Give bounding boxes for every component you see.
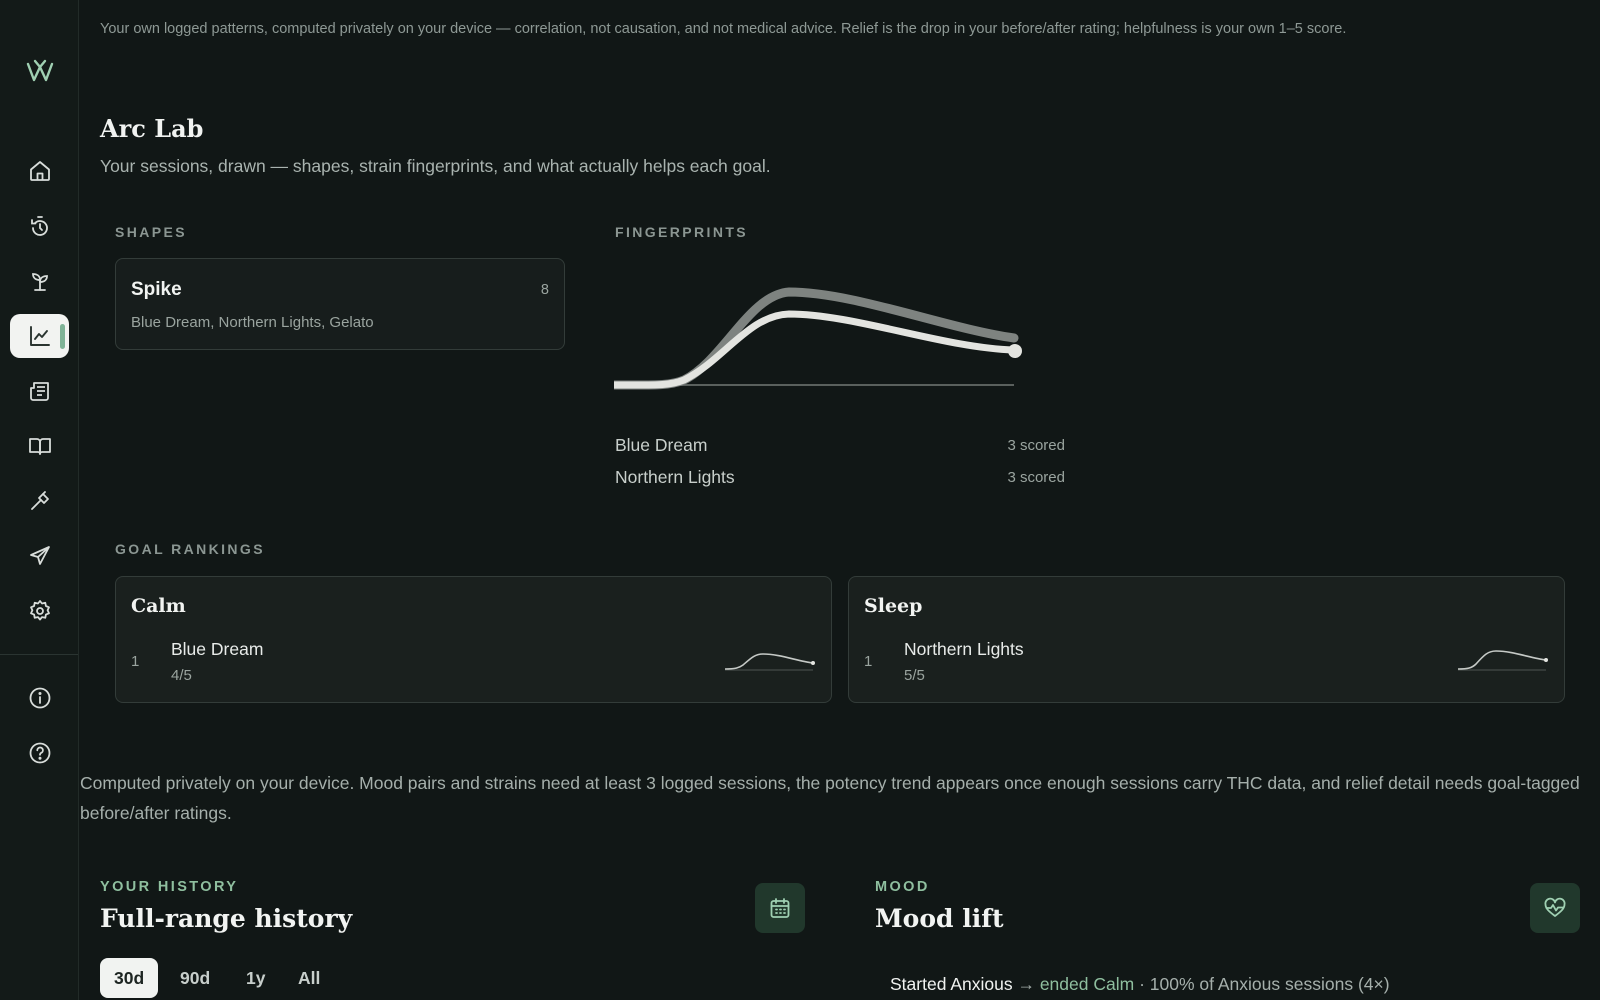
goal-sparkline	[1458, 650, 1548, 671]
fingerprints-label: FINGERPRINTS	[615, 224, 749, 240]
fingerprint-row-northern-lights[interactable]: Northern Lights 3 scored	[615, 467, 1065, 493]
shapes-label: SHAPES	[115, 224, 187, 240]
fingerprint-strain-count: 3 scored	[1007, 437, 1065, 454]
timer-icon	[30, 216, 48, 236]
range-30d-button[interactable]: 30d	[100, 958, 159, 998]
goal-rank: 1	[864, 653, 873, 670]
shape-card-spike[interactable]: Spike 8 Blue Dream, Northern Lights, Gel…	[115, 258, 565, 350]
sidebar	[0, 0, 79, 1000]
goal-rankings-label: GOAL RANKINGS	[115, 541, 265, 557]
mood-heart-button[interactable]	[1530, 883, 1580, 933]
nav-library-button[interactable]	[10, 424, 69, 468]
nav-travel-button[interactable]	[10, 534, 69, 578]
goal-card-sleep[interactable]: Sleep 1 Northern Lights 5/5	[848, 576, 1565, 703]
nav-growth-button[interactable]	[10, 259, 69, 303]
mood-detail: · 100% of Anxious sessions (4×)	[1139, 974, 1390, 994]
book-icon	[28, 438, 51, 455]
nav-home-button[interactable]	[10, 149, 69, 193]
range-all-button[interactable]: All	[284, 958, 334, 998]
nav-insights-button[interactable]	[10, 314, 69, 358]
app-logo-icon[interactable]	[26, 58, 54, 84]
nav-about-button[interactable]	[10, 676, 69, 720]
goal-sparkline	[725, 653, 815, 671]
fingerprint-strain-name: Northern Lights	[615, 467, 735, 487]
goal-score: 4/5	[171, 667, 192, 684]
fingerprints-chart	[614, 287, 1022, 390]
history-title: Full-range history	[100, 904, 353, 933]
nav-journal-button[interactable]	[10, 369, 69, 413]
range-1y-button[interactable]: 1y	[232, 958, 279, 998]
arc-lab-subtitle: Your sessions, drawn — shapes, strain fi…	[100, 156, 771, 176]
gear-icon	[29, 600, 50, 621]
chart-icon	[29, 326, 50, 346]
help-icon	[29, 742, 50, 764]
goal-strain: Northern Lights	[904, 639, 1024, 659]
goal-card-calm[interactable]: Calm 1 Blue Dream 4/5	[115, 576, 832, 703]
mood-arrow: →	[1017, 974, 1035, 994]
shape-name: Spike	[131, 279, 182, 300]
fingerprint-curve-northern-lights	[614, 287, 1019, 390]
sprout-icon	[31, 273, 48, 291]
history-calendar-button[interactable]	[755, 883, 805, 933]
fingerprint-end-marker	[1008, 344, 1022, 358]
main-content: Your own logged patterns, computed priva…	[79, 0, 1600, 1000]
fingerprint-strain-count: 3 scored	[1007, 469, 1065, 486]
shape-count: 8	[540, 282, 549, 298]
sidebar-divider	[0, 654, 78, 655]
goal-title: Sleep	[864, 595, 923, 617]
goal-strain: Blue Dream	[171, 639, 264, 659]
nav-timer-button[interactable]	[10, 205, 69, 249]
nav-help-button[interactable]	[10, 731, 69, 775]
hammer-icon	[30, 491, 49, 510]
mood-eyebrow: MOOD	[875, 879, 930, 895]
fingerprint-strain-name: Blue Dream	[615, 435, 708, 455]
heart-pulse-icon	[1544, 897, 1566, 917]
privacy-disclaimer: Your own logged patterns, computed priva…	[100, 21, 1347, 37]
nav-settings-button[interactable]	[10, 589, 69, 633]
goal-title: Calm	[131, 595, 186, 617]
info-icon	[29, 687, 50, 709]
mood-title: Mood lift	[875, 904, 1004, 933]
goal-rank: 1	[131, 653, 140, 670]
newspaper-icon	[29, 382, 49, 401]
plane-icon	[29, 546, 50, 565]
mood-started-label: Started Anxious	[890, 974, 1013, 994]
mood-lift-summary: Started Anxious → ended Calm · 100% of A…	[890, 974, 1390, 995]
fingerprint-row-blue-dream[interactable]: Blue Dream 3 scored	[615, 435, 1065, 461]
history-eyebrow: YOUR HISTORY	[100, 879, 239, 895]
goal-score: 5/5	[904, 667, 925, 684]
computed-note: Computed privately on your device. Mood …	[80, 773, 1580, 823]
home-icon	[29, 161, 50, 181]
mood-ended-label: ended Calm	[1039, 974, 1135, 994]
shape-strains: Blue Dream, Northern Lights, Gelato	[131, 314, 374, 331]
arc-lab-title: Arc Lab	[100, 114, 204, 143]
calendar-icon	[770, 898, 790, 918]
range-90d-button[interactable]: 90d	[166, 958, 224, 998]
nav-tools-button[interactable]	[10, 479, 69, 523]
